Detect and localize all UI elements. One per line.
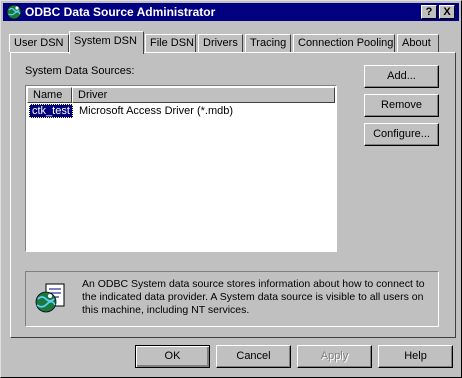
info-box: An ODBC System data source stores inform… [25,271,439,327]
tab-system-dsn[interactable]: System DSN [69,31,144,54]
tab-drivers[interactable]: Drivers [198,34,243,52]
info-description: An ODBC System data source stores inform… [82,278,425,316]
dsn-name-cell[interactable]: ctk_test [29,104,73,118]
tab-tracing[interactable]: Tracing [245,34,291,52]
list-item[interactable]: ctk_test Microsoft Access Driver (*.mdb) [27,104,335,119]
help-title-button[interactable]: ? [421,5,437,19]
help-button[interactable]: Help [378,345,453,368]
title-bar[interactable]: ODBC Data Source Administrator ? X [3,3,459,21]
tab-user-dsn[interactable]: User DSN [9,34,69,52]
data-sources-list[interactable]: Name Driver ctk_test Microsoft Access Dr… [25,85,337,252]
cancel-button[interactable]: Cancel [216,345,291,368]
column-driver-header[interactable]: Driver [72,87,335,103]
list-header: Name Driver [27,87,335,103]
tab-strip: User DSN System DSN File DSN Drivers Tra… [9,31,457,54]
add-button[interactable]: Add... [364,65,439,88]
close-title-button[interactable]: X [439,5,455,19]
tab-about[interactable]: About [397,34,439,52]
configure-button[interactable]: Configure... [364,123,439,146]
remove-button[interactable]: Remove [364,94,439,117]
ok-button[interactable]: OK [135,345,210,368]
window-title: ODBC Data Source Administrator [25,5,216,19]
system-dsn-panel: System Data Sources: Name Driver ctk_tes… [10,52,456,338]
column-name-header[interactable]: Name [27,87,72,103]
odbc-globe-icon [6,4,22,20]
tab-connection-pooling[interactable]: Connection Pooling [293,34,395,52]
odbc-admin-window: ODBC Data Source Administrator ? X User … [0,0,462,378]
system-data-sources-label: System Data Sources: [25,65,135,77]
odbc-globe-document-icon [35,283,65,313]
tab-file-dsn[interactable]: File DSN [145,34,196,52]
dsn-driver-cell[interactable]: Microsoft Access Driver (*.mdb) [79,105,233,117]
apply-button[interactable]: Apply [297,345,372,368]
